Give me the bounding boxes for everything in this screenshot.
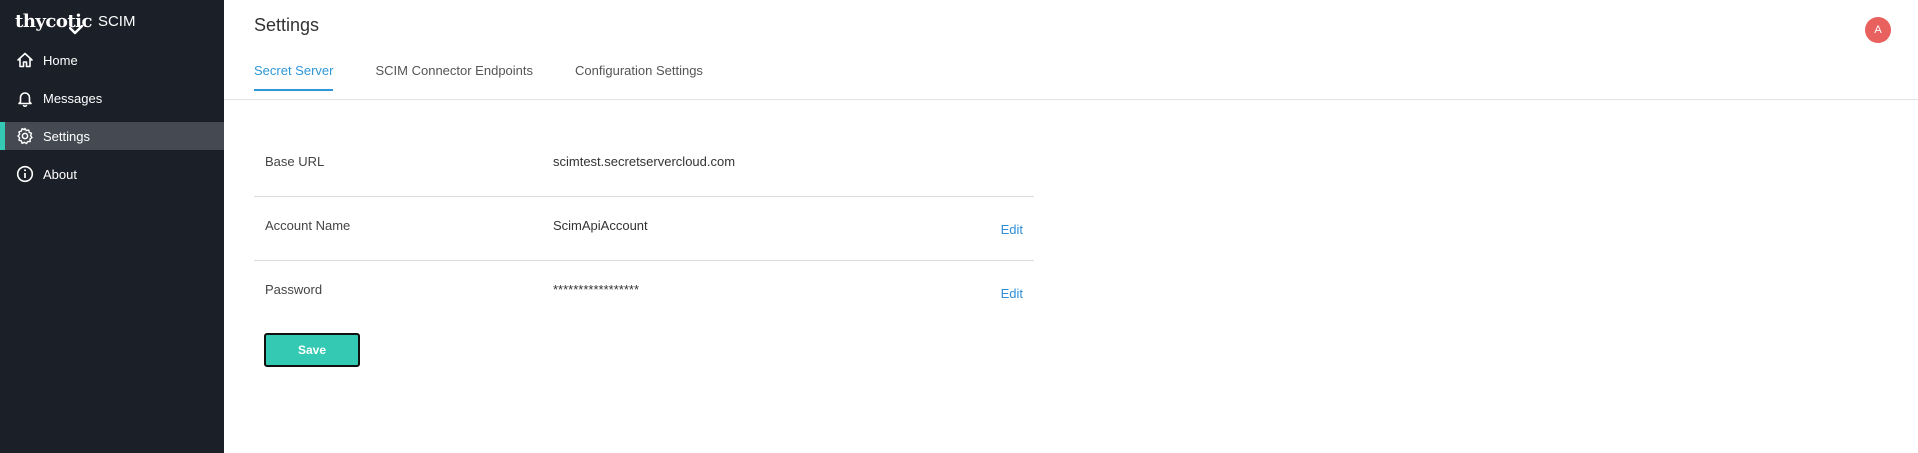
base-url-label: Base URL: [265, 154, 325, 169]
edit-password-link[interactable]: Edit: [1001, 286, 1023, 301]
gear-icon: [15, 126, 35, 146]
sidebar-item-label: Settings: [43, 128, 90, 144]
sidebar-item-about[interactable]: About: [0, 160, 224, 188]
sidebar: thycotic SCIM Home Messages Settings Abo…: [0, 0, 224, 453]
tab-scim-connector-endpoints[interactable]: SCIM Connector Endpoints: [375, 63, 533, 91]
base-url-value: scimtest.secretservercloud.com: [553, 154, 736, 169]
logo-check-icon: [69, 25, 83, 35]
save-button[interactable]: Save: [264, 333, 360, 367]
setting-row-account-name: Account Name ScimApiAccount Edit: [254, 197, 1034, 261]
info-icon: [15, 164, 35, 184]
account-name-label: Account Name: [265, 218, 351, 233]
settings-list: Base URL scimtest.secretservercloud.com …: [254, 133, 1034, 325]
setting-row-password: Password ***************** Edit: [254, 261, 1034, 325]
page-header: Settings A Secret Server SCIM Connector …: [224, 0, 1918, 100]
account-name-value: ScimApiAccount: [553, 218, 648, 233]
setting-row-base-url: Base URL scimtest.secretservercloud.com: [254, 133, 1034, 197]
page-title: Settings: [254, 15, 320, 35]
brand: thycotic SCIM: [0, 0, 224, 46]
bell-icon: [15, 88, 35, 108]
password-value: *****************: [553, 282, 640, 297]
tab-configuration-settings[interactable]: Configuration Settings: [575, 63, 703, 91]
avatar[interactable]: A: [1865, 17, 1891, 43]
password-label: Password: [265, 282, 323, 297]
sidebar-item-home[interactable]: Home: [0, 46, 224, 74]
home-icon: [15, 50, 35, 70]
sidebar-nav: Home Messages Settings About: [0, 46, 224, 188]
product-name: SCIM: [97, 13, 136, 30]
tab-secret-server[interactable]: Secret Server: [254, 63, 334, 91]
sidebar-item-label: Messages: [43, 90, 103, 106]
main-content: Settings A Secret Server SCIM Connector …: [224, 0, 1918, 453]
sidebar-item-messages[interactable]: Messages: [0, 84, 224, 112]
tab-bar: Secret Server SCIM Connector Endpoints C…: [254, 63, 745, 91]
sidebar-item-label: Home: [43, 52, 78, 68]
thycotic-logo[interactable]: thycotic: [15, 11, 92, 35]
app-window: thycotic SCIM Home Messages Settings Abo…: [0, 0, 1918, 453]
sidebar-item-label: About: [43, 166, 77, 182]
sidebar-item-settings[interactable]: Settings: [0, 122, 224, 150]
edit-account-name-link[interactable]: Edit: [1001, 222, 1023, 237]
